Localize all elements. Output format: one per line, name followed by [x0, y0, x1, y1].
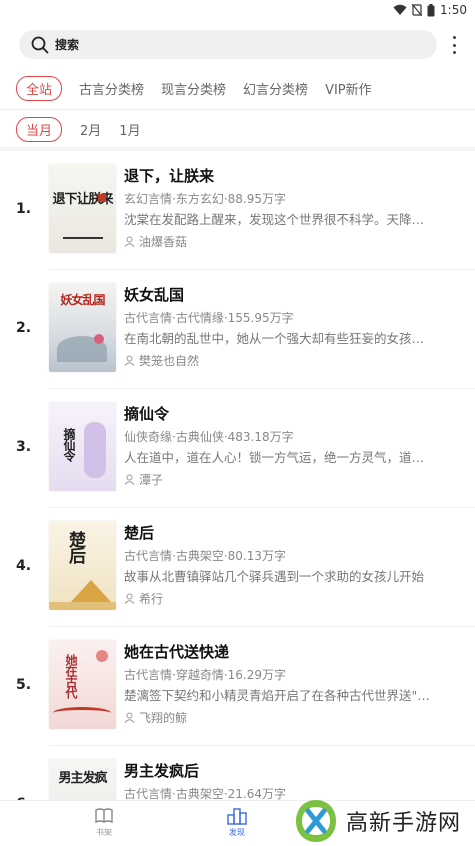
book-description: 故事从北曹镇驿站几个驿兵遇到一个求助的女孩儿开始 — [124, 569, 425, 584]
nav-label: 发现 — [229, 828, 245, 837]
status-icons: 1:50 — [393, 3, 467, 17]
book-icon — [95, 808, 113, 824]
tab-vip-new[interactable]: VIP新作 — [325, 79, 372, 98]
user-icon — [124, 355, 135, 366]
book-author: 飞翔的鲸 — [124, 709, 187, 726]
book-title: 退下，让朕来 — [124, 167, 215, 185]
watermark-logo-icon — [296, 800, 336, 842]
cover-art: 她在古代 — [49, 640, 116, 729]
cover-art: 退下让朕来 — [49, 164, 116, 253]
tab-modern-romance[interactable]: 现言分类榜 — [161, 79, 226, 98]
book-tags: 古代言情·古典架空·80.13万字 — [124, 549, 286, 563]
user-icon — [124, 593, 135, 604]
author-name: 樊笼也自然 — [139, 354, 200, 368]
watermark: 高新手游网 — [292, 796, 475, 846]
book-tags: 古代言情·穿越奇情·16.29万字 — [124, 668, 286, 682]
book-author: 希行 — [124, 590, 163, 607]
nav-label: 书架 — [96, 828, 112, 837]
tab-this-month[interactable]: 当月 — [16, 116, 63, 142]
cover-title: 她在古代 — [64, 654, 78, 698]
cover-title: 摘仙令 — [62, 428, 76, 461]
cover-art: 楚后 — [49, 521, 116, 610]
user-icon — [124, 236, 135, 247]
book-cover: 她在古代 — [49, 640, 116, 729]
wifi-icon — [393, 4, 407, 15]
book-author: 樊笼也自然 — [124, 352, 199, 369]
cover-art: 妖女乱国 — [49, 283, 116, 372]
book-cover: 摘仙令 — [49, 402, 116, 491]
book-description: 人在道中，道在人心！锁一方气运，绝一方灵气，道… — [124, 450, 425, 465]
book-item[interactable]: 4. 楚后 楚后 古代言情·古典架空·80.13万字 故事从北曹镇驿站几个驿兵遇… — [0, 508, 475, 627]
battery-icon — [427, 3, 435, 16]
nav-discover[interactable]: 发现 — [217, 807, 257, 838]
book-tags: 古代言情·古代情缘·155.95万字 — [124, 311, 294, 325]
nav-bookshelf[interactable]: 书架 — [84, 807, 124, 838]
cover-art: 摘仙令 — [49, 402, 116, 491]
cover-title: 妖女乱国 — [60, 293, 105, 307]
author-name: 希行 — [139, 592, 164, 606]
rank-number: 3. — [16, 439, 32, 455]
rank-number: 2. — [16, 320, 32, 336]
no-sim-icon — [412, 4, 423, 16]
book-author: 油爆香菇 — [124, 233, 187, 250]
author-name: 飞翔的鲸 — [139, 711, 188, 725]
book-tags: 玄幻言情·东方玄幻·88.95万字 — [124, 192, 286, 206]
book-title: 男主发疯后 — [124, 762, 200, 780]
divider — [0, 109, 475, 110]
tab-february[interactable]: 2月 — [80, 120, 101, 139]
book-title: 楚后 — [124, 524, 155, 542]
book-item[interactable]: 5. 她在古代 她在古代送快递 古代言情·穿越奇情·16.29万字 楚漓签下契约… — [0, 627, 475, 746]
period-tabs: 当月 2月 1月 — [16, 116, 159, 142]
book-description: 沈棠在发配路上醒来，发现这个世界很不科学。天降… — [124, 212, 425, 227]
status-bar: 1:50 — [0, 0, 475, 24]
user-icon — [124, 712, 135, 723]
book-item[interactable]: 2. 妖女乱国 妖女乱国 古代言情·古代情缘·155.95万字 在南北朝的乱世中… — [0, 270, 475, 389]
book-cover: 楚后 — [49, 521, 116, 610]
author-name: 油爆香菇 — [139, 235, 188, 249]
book-author: 潭子 — [124, 471, 163, 488]
book-item[interactable]: 1. 退下让朕来 退下，让朕来 玄幻言情·东方玄幻·88.95万字 沈棠在发配路… — [0, 151, 475, 270]
tab-all-site[interactable]: 全站 — [16, 75, 63, 101]
tab-january[interactable]: 1月 — [119, 120, 140, 139]
book-title: 妖女乱国 — [124, 286, 185, 304]
rank-number: 5. — [16, 677, 32, 693]
search-box[interactable]: 搜索 — [19, 30, 437, 59]
search-label: 搜索 — [55, 38, 80, 52]
tab-fantasy-romance[interactable]: 幻言分类榜 — [243, 79, 308, 98]
more-menu-icon[interactable] — [451, 36, 457, 54]
search-row: 搜索 — [0, 30, 475, 60]
user-icon — [124, 474, 135, 485]
book-description: 楚漓签下契约和小精灵青焰开启了在各种古代世界送"… — [124, 688, 430, 703]
cover-title: 男主发疯 — [58, 771, 107, 786]
search-icon — [31, 36, 49, 53]
author-name: 潭子 — [139, 473, 164, 487]
watermark-text: 高新手游网 — [346, 811, 462, 836]
book-item[interactable]: 3. 摘仙令 摘仙令 仙侠奇缘·古典仙侠·483.18万字 人在道中，道在人心！… — [0, 389, 475, 508]
category-tabs: 全站 古言分类榜 现言分类榜 幻言分类榜 VIP新作 — [16, 75, 389, 101]
book-tags: 仙侠奇缘·古典仙侠·483.18万字 — [124, 430, 294, 444]
tab-ancient-romance[interactable]: 古言分类榜 — [79, 79, 144, 98]
book-cover: 退下让朕来 — [49, 164, 116, 253]
book-list: 1. 退下让朕来 退下，让朕来 玄幻言情·东方玄幻·88.95万字 沈棠在发配路… — [0, 151, 475, 846]
book-title: 她在古代送快递 — [124, 643, 230, 661]
rank-number: 1. — [16, 201, 32, 217]
book-description: 在南北朝的乱世中，她从一个强大却有些狂妄的女孩… — [124, 331, 425, 346]
cover-title: 楚后 — [65, 531, 85, 563]
book-title: 摘仙令 — [124, 405, 170, 423]
status-time: 1:50 — [440, 3, 467, 17]
ranking-icon — [227, 808, 247, 825]
book-cover: 妖女乱国 — [49, 283, 116, 372]
rank-number: 4. — [16, 558, 32, 574]
